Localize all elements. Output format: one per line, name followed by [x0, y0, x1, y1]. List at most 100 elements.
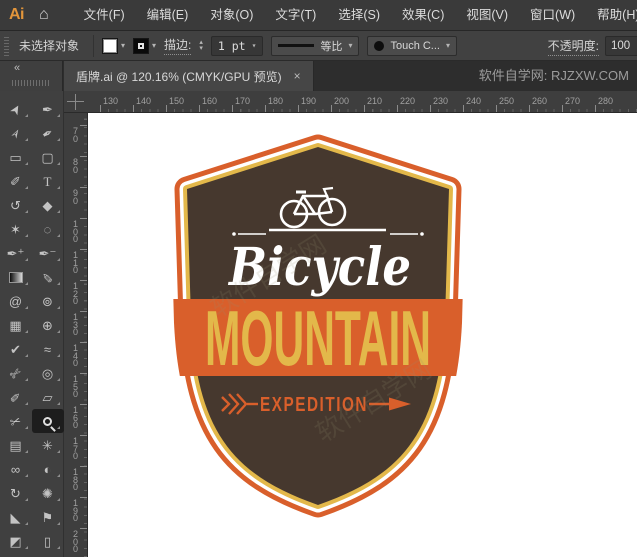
- artboard-canvas[interactable]: Bicycle MOUNTAIN EXPEDITION 软件自学网 软件自学网: [88, 113, 637, 557]
- stroke-weight-field[interactable]: 1 pt ▾: [211, 36, 264, 56]
- step-down-icon[interactable]: ▾: [199, 46, 203, 52]
- menu-item-2[interactable]: 编辑(E): [136, 0, 200, 31]
- warp-tool[interactable]: ≈: [32, 337, 64, 361]
- add-anchor-point-tool[interactable]: ✒⁺: [0, 241, 32, 265]
- app-logo[interactable]: Ai: [9, 6, 24, 24]
- vruler-label: 8 0: [64, 159, 87, 174]
- fill-swatch[interactable]: [102, 38, 118, 54]
- knife-tool[interactable]: ✄: [0, 361, 32, 385]
- brush-dropdown[interactable]: Touch C... ▾: [367, 36, 457, 56]
- pencil-tool[interactable]: ✏: [0, 385, 32, 409]
- stroke-weight-stepper[interactable]: ▴ ▾: [199, 40, 203, 52]
- ruler-tick: [496, 105, 497, 112]
- vruler-label: 1 3 0: [64, 314, 87, 337]
- scissors-tool[interactable]: ✂: [0, 409, 32, 433]
- ruler-tick: [80, 435, 87, 436]
- badge-artwork[interactable]: Bicycle MOUNTAIN EXPEDITION 软件自学网 软件自学网: [88, 113, 637, 557]
- symbol-shifter-tool[interactable]: ∞: [0, 457, 32, 481]
- rectangular-grid-tool[interactable]: ▦: [0, 313, 32, 337]
- vertical-ruler[interactable]: 7 08 09 01 0 01 1 01 2 01 3 01 4 01 5 01…: [64, 113, 88, 557]
- opacity-field[interactable]: 100: [605, 36, 637, 56]
- stroke-color-picker[interactable]: ▾: [133, 38, 156, 54]
- delete-anchor-point-tool[interactable]: ✒⁻: [32, 241, 64, 265]
- fill-color-picker[interactable]: ▾: [102, 38, 125, 54]
- gradient-tool-icon: [9, 272, 23, 283]
- eyedropper-tool[interactable]: ✎: [32, 265, 64, 289]
- artboard-tool[interactable]: ▯: [32, 529, 64, 553]
- rounded-rectangle-tool[interactable]: ▢: [32, 145, 64, 169]
- pen-tool[interactable]: ✒: [32, 97, 64, 121]
- graph-tool[interactable]: ⚑: [32, 505, 64, 529]
- width-profile-dropdown[interactable]: 等比 ▾: [271, 36, 359, 56]
- ruler-tick: [80, 497, 87, 498]
- chevron-down-icon[interactable]: ▾: [252, 41, 257, 50]
- control-bar: 未选择对象 ▾ ▾ 描边: ▴ ▾ 1 pt ▾ 等比 ▾ Touch C...…: [0, 31, 637, 61]
- document-tab[interactable]: 盾牌.ai @ 120.16% (CMYK/GPU 预览) ×: [64, 61, 314, 91]
- hruler-label: 190: [301, 96, 316, 106]
- selection-tool[interactable]: ➤: [0, 97, 32, 121]
- stroke-profile-icon: [278, 44, 314, 47]
- rounded-rectangle-tool-icon: ▢: [41, 151, 53, 164]
- menu-item-1[interactable]: 文件(F): [73, 0, 136, 31]
- vruler-label: 1 1 0: [64, 252, 87, 275]
- direct-selection-tool[interactable]: ➢: [0, 121, 32, 145]
- free-transform-tool[interactable]: ✳: [32, 433, 64, 457]
- ruler-tick: [199, 105, 200, 112]
- stroke-swatch[interactable]: [133, 38, 149, 54]
- free-transform-tool-icon: ✳: [42, 439, 53, 452]
- collapse-panel-button[interactable]: «: [14, 62, 20, 74]
- shaper-tool-icon: ✔: [10, 343, 21, 356]
- symbol-sprayer-tool[interactable]: ▤: [0, 433, 32, 457]
- shaper-tool[interactable]: ✔: [0, 337, 32, 361]
- home-icon[interactable]: ⌂: [39, 6, 49, 24]
- zoom-tool[interactable]: [32, 409, 64, 433]
- stroke-panel-link[interactable]: 描边:: [164, 36, 191, 55]
- rectangle-tool[interactable]: ▭: [0, 145, 32, 169]
- hruler-label: 220: [400, 96, 415, 106]
- curvature-tool[interactable]: ✒: [32, 121, 64, 145]
- menu-item-7[interactable]: 视图(V): [455, 0, 519, 31]
- menu-item-4[interactable]: 文字(T): [264, 0, 327, 31]
- spiral-tool[interactable]: @: [0, 289, 32, 313]
- perspective-grid-tool[interactable]: ◣: [0, 505, 32, 529]
- ruler-tick: [232, 105, 233, 112]
- chevron-down-icon[interactable]: ▾: [348, 41, 352, 50]
- knife-tool-icon: ✄: [7, 365, 24, 382]
- menu-item-5[interactable]: 选择(S): [327, 0, 391, 31]
- shape-builder-tool[interactable]: ◎: [32, 361, 64, 385]
- panel-grip[interactable]: [4, 36, 9, 56]
- chevron-down-icon[interactable]: ▾: [152, 41, 156, 50]
- gradient-tool[interactable]: [0, 265, 32, 289]
- menu-item-9[interactable]: 帮助(H): [586, 0, 637, 31]
- eraser-tool[interactable]: ◆: [32, 193, 64, 217]
- menu-item-6[interactable]: 效果(C): [391, 0, 455, 31]
- close-tab-icon[interactable]: ×: [294, 69, 301, 83]
- paintbrush-tool[interactable]: ✐: [0, 169, 32, 193]
- ruler-tick: [397, 105, 398, 112]
- zoom-tool-icon: [43, 417, 52, 426]
- blend-tool-icon: ⊚: [42, 295, 53, 308]
- delete-anchor-point-tool-icon: ✒⁻: [39, 247, 57, 260]
- type-tool[interactable]: T: [32, 169, 64, 193]
- document-tab-label: 盾牌.ai @ 120.16% (CMYK/GPU 预览): [76, 68, 282, 85]
- slice-tool[interactable]: ▱: [32, 385, 64, 409]
- polar-grid-tool[interactable]: ⊕: [32, 313, 64, 337]
- symbol-spinner-tool[interactable]: ↻: [0, 481, 32, 505]
- opacity-panel-link[interactable]: 不透明度:: [548, 37, 599, 56]
- 3d-object-tool[interactable]: ◩: [0, 529, 32, 553]
- magic-wand-tool[interactable]: ✶: [0, 217, 32, 241]
- horizontal-ruler[interactable]: 1301401501601701801902002102202302402502…: [64, 91, 637, 113]
- blend-tool[interactable]: ⊚: [32, 289, 64, 313]
- chevron-down-icon[interactable]: ▾: [121, 41, 125, 50]
- ruler-tick: [265, 105, 266, 112]
- chevron-down-icon[interactable]: ▾: [446, 41, 450, 50]
- ruler-tick: [80, 156, 87, 157]
- toolbar-grip[interactable]: [12, 80, 50, 86]
- rotate-tool[interactable]: ↺: [0, 193, 32, 217]
- symbol-stainer-tool[interactable]: ✺: [32, 481, 64, 505]
- menu-item-3[interactable]: 对象(O): [199, 0, 264, 31]
- menu-item-8[interactable]: 窗口(W): [519, 0, 586, 31]
- shape-builder-tool-icon: ◎: [42, 367, 53, 380]
- lasso-tool[interactable]: ◌: [32, 217, 64, 241]
- symbol-scruncher-tool[interactable]: ◐: [32, 457, 64, 481]
